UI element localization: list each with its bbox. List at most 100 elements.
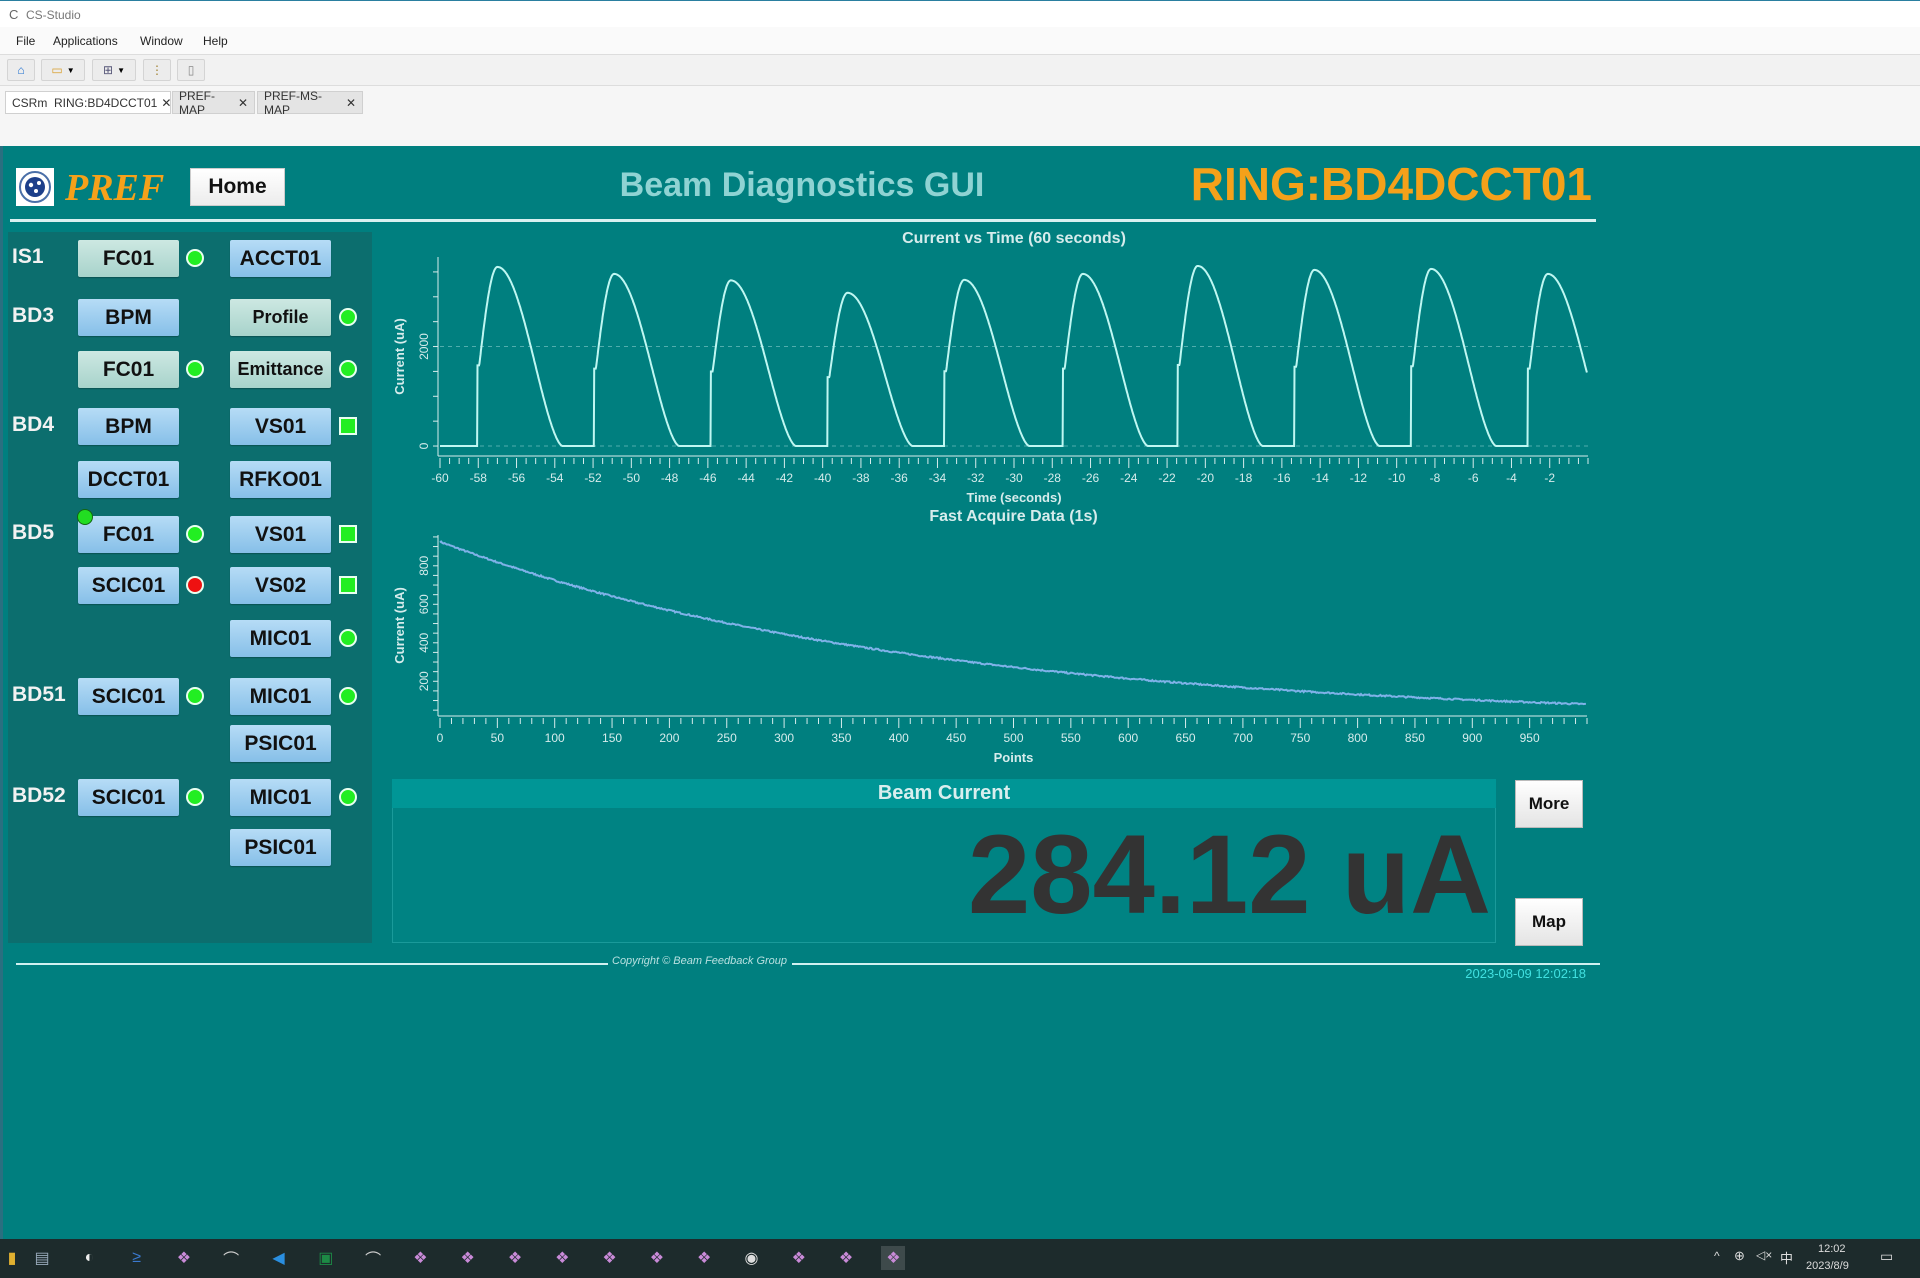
device-button-fc01[interactable]: FC01 [78, 516, 179, 553]
device-button-psic01[interactable]: PSIC01 [230, 829, 331, 866]
clock-date[interactable]: 2023/8/9 [1806, 1260, 1849, 1272]
device-button-scic01[interactable]: SCIC01 [78, 567, 179, 604]
section-label-bd51: BD51 [12, 683, 66, 706]
institute-logo [16, 168, 54, 206]
tab-label: CSRm RING:BD4DCCT01 [12, 95, 158, 110]
taskbar-cs-studio-icon[interactable]: ❖ [503, 1246, 527, 1270]
device-button-rfko01[interactable]: RFKO01 [230, 461, 331, 498]
window-title: CS-Studio [26, 8, 81, 22]
section-label-bd52: BD52 [12, 784, 66, 807]
title-bar: C CS-Studio [0, 0, 1920, 27]
taskbar-cs-studio-icon[interactable]: ❖ [834, 1246, 858, 1270]
taskbar-cs-studio-icon[interactable]: ❖ [172, 1246, 196, 1270]
footer-divider [16, 963, 608, 965]
status-indicator-circle-icon [186, 360, 204, 378]
menu-applications[interactable]: Applications [53, 34, 118, 48]
status-indicator-circle-icon [186, 249, 204, 267]
device-button-mic01[interactable]: MIC01 [230, 779, 331, 816]
volume-muted-icon[interactable]: ◁× [1756, 1248, 1772, 1262]
brand-name: PREF [65, 167, 165, 209]
header-divider [10, 219, 1596, 222]
tray-chevron-icon[interactable]: ^ [1714, 1249, 1720, 1263]
device-button-bpm[interactable]: BPM [78, 299, 179, 336]
device-title: RING:BD4DCCT01 [1190, 158, 1592, 210]
close-icon[interactable]: ✕ [161, 96, 171, 110]
dropdown-arrow-icon: ▼ [117, 65, 125, 75]
section-label-bd4: BD4 [12, 413, 55, 436]
device-button-dcct01[interactable]: DCCT01 [78, 461, 179, 498]
tab-pref-map[interactable]: PREF-MAP ✕ [172, 88, 255, 117]
device-button-vs02[interactable]: VS02 [230, 567, 331, 604]
notification-icon[interactable]: ▭ [1880, 1248, 1893, 1265]
taskbar-terminal-icon[interactable]: ⌒ [219, 1246, 243, 1270]
footer-divider [792, 963, 1600, 965]
device-button-emittance[interactable]: Emittance [230, 351, 331, 388]
taskbar-cs-studio-icon[interactable]: ❖ [787, 1246, 811, 1270]
status-indicator-circle-icon [186, 576, 204, 594]
network-icon[interactable]: ⊕ [1734, 1248, 1745, 1264]
status-indicator-square-icon [339, 417, 357, 435]
status-indicator-circle-icon [339, 629, 357, 647]
menu-file[interactable]: File [16, 34, 35, 48]
status-indicator-circle-icon [339, 687, 357, 705]
status-indicator-circle-icon [339, 788, 357, 806]
status-indicator-square-icon [339, 576, 357, 594]
taskbar-file-explorer-icon[interactable]: ▮ [0, 1246, 24, 1270]
device-button-mic01[interactable]: MIC01 [230, 678, 331, 715]
section-label-bd5: BD5 [12, 521, 55, 544]
menu-help[interactable]: Help [203, 34, 228, 48]
menu-bar: File Applications Window Help [0, 27, 1920, 55]
home-toolbar-button[interactable]: ⌂ [7, 59, 35, 81]
close-icon[interactable]: ✕ [238, 96, 248, 110]
tab-ring-bd4dcct01[interactable]: CSRm RING:BD4DCCT01 ✕ [5, 91, 171, 114]
layout-toolbar-button[interactable]: ⊞ ▼ [92, 59, 136, 81]
taskbar-powershell-icon[interactable]: ≥ [125, 1246, 149, 1270]
tab-label: PREF-MAP [179, 88, 215, 117]
open-toolbar-button[interactable]: ▭ ▼ [41, 59, 85, 81]
taskbar-browser-icon[interactable]: ◐ [77, 1246, 101, 1270]
taskbar-vscode-icon[interactable]: ◀ [267, 1246, 291, 1270]
app-logo-icon: C [9, 7, 19, 22]
section-label-is1: IS1 [12, 245, 44, 268]
taskbar-cs-studio-icon[interactable]: ❖ [881, 1246, 906, 1270]
taskbar-cs-studio-icon[interactable]: ❖ [645, 1246, 669, 1270]
tree-icon: ⋮ [151, 63, 163, 77]
taskbar-chrome-icon[interactable]: ◉ [740, 1246, 764, 1270]
new-file-icon: ▯ [187, 63, 195, 77]
status-indicator-circle-icon [339, 308, 357, 326]
close-icon[interactable]: ✕ [346, 96, 356, 110]
device-button-vs01[interactable]: VS01 [230, 408, 331, 445]
map-button[interactable]: Map [1515, 898, 1583, 946]
taskbar-cs-studio-icon[interactable]: ❖ [408, 1246, 432, 1270]
device-button-psic01[interactable]: PSIC01 [230, 725, 331, 762]
device-button-bpm[interactable]: BPM [78, 408, 179, 445]
device-button-vs01[interactable]: VS01 [230, 516, 331, 553]
device-button-scic01[interactable]: SCIC01 [78, 779, 179, 816]
taskbar-terminal-icon[interactable]: ⌒ [361, 1246, 385, 1270]
tree-toolbar-button[interactable]: ⋮ [143, 59, 171, 81]
taskbar-cs-studio-icon[interactable]: ❖ [598, 1246, 622, 1270]
device-button-acct01[interactable]: ACCT01 [230, 240, 331, 277]
menu-window[interactable]: Window [140, 34, 183, 48]
device-button-fc01[interactable]: FC01 [78, 240, 179, 277]
status-badge-icon [77, 509, 93, 525]
new-file-toolbar-button[interactable]: ▯ [177, 59, 205, 81]
taskbar-cs-studio-icon[interactable]: ❖ [456, 1246, 480, 1270]
device-button-mic01[interactable]: MIC01 [230, 620, 331, 657]
status-indicator-square-icon [339, 525, 357, 543]
dropdown-arrow-icon: ▼ [66, 65, 75, 75]
taskbar-cs-studio-icon[interactable]: ❖ [692, 1246, 716, 1270]
ime-indicator[interactable]: 中 [1780, 1248, 1793, 1267]
taskbar-app-icon[interactable]: ▤ [30, 1246, 54, 1270]
device-button-profile[interactable]: Profile [230, 299, 331, 336]
toolbar: ⌂ ▭ ▼ ⊞ ▼ ⋮ ▯ [0, 55, 1920, 86]
editor-tabs: CSRm RING:BD4DCCT01 ✕ PREF-MAP ✕ PREF-MS-M… [0, 86, 1920, 146]
more-button[interactable]: More [1515, 780, 1583, 828]
taskbar-excel-icon[interactable]: ▣ [314, 1246, 338, 1270]
home-button[interactable]: Home [190, 168, 285, 206]
clock-time[interactable]: 12:02 [1818, 1243, 1846, 1255]
taskbar-cs-studio-icon[interactable]: ❖ [550, 1246, 574, 1270]
device-button-fc01[interactable]: FC01 [78, 351, 179, 388]
tab-pref-ms-map[interactable]: PREF-MS-MAP ✕ [257, 89, 363, 117]
device-button-scic01[interactable]: SCIC01 [78, 678, 179, 715]
